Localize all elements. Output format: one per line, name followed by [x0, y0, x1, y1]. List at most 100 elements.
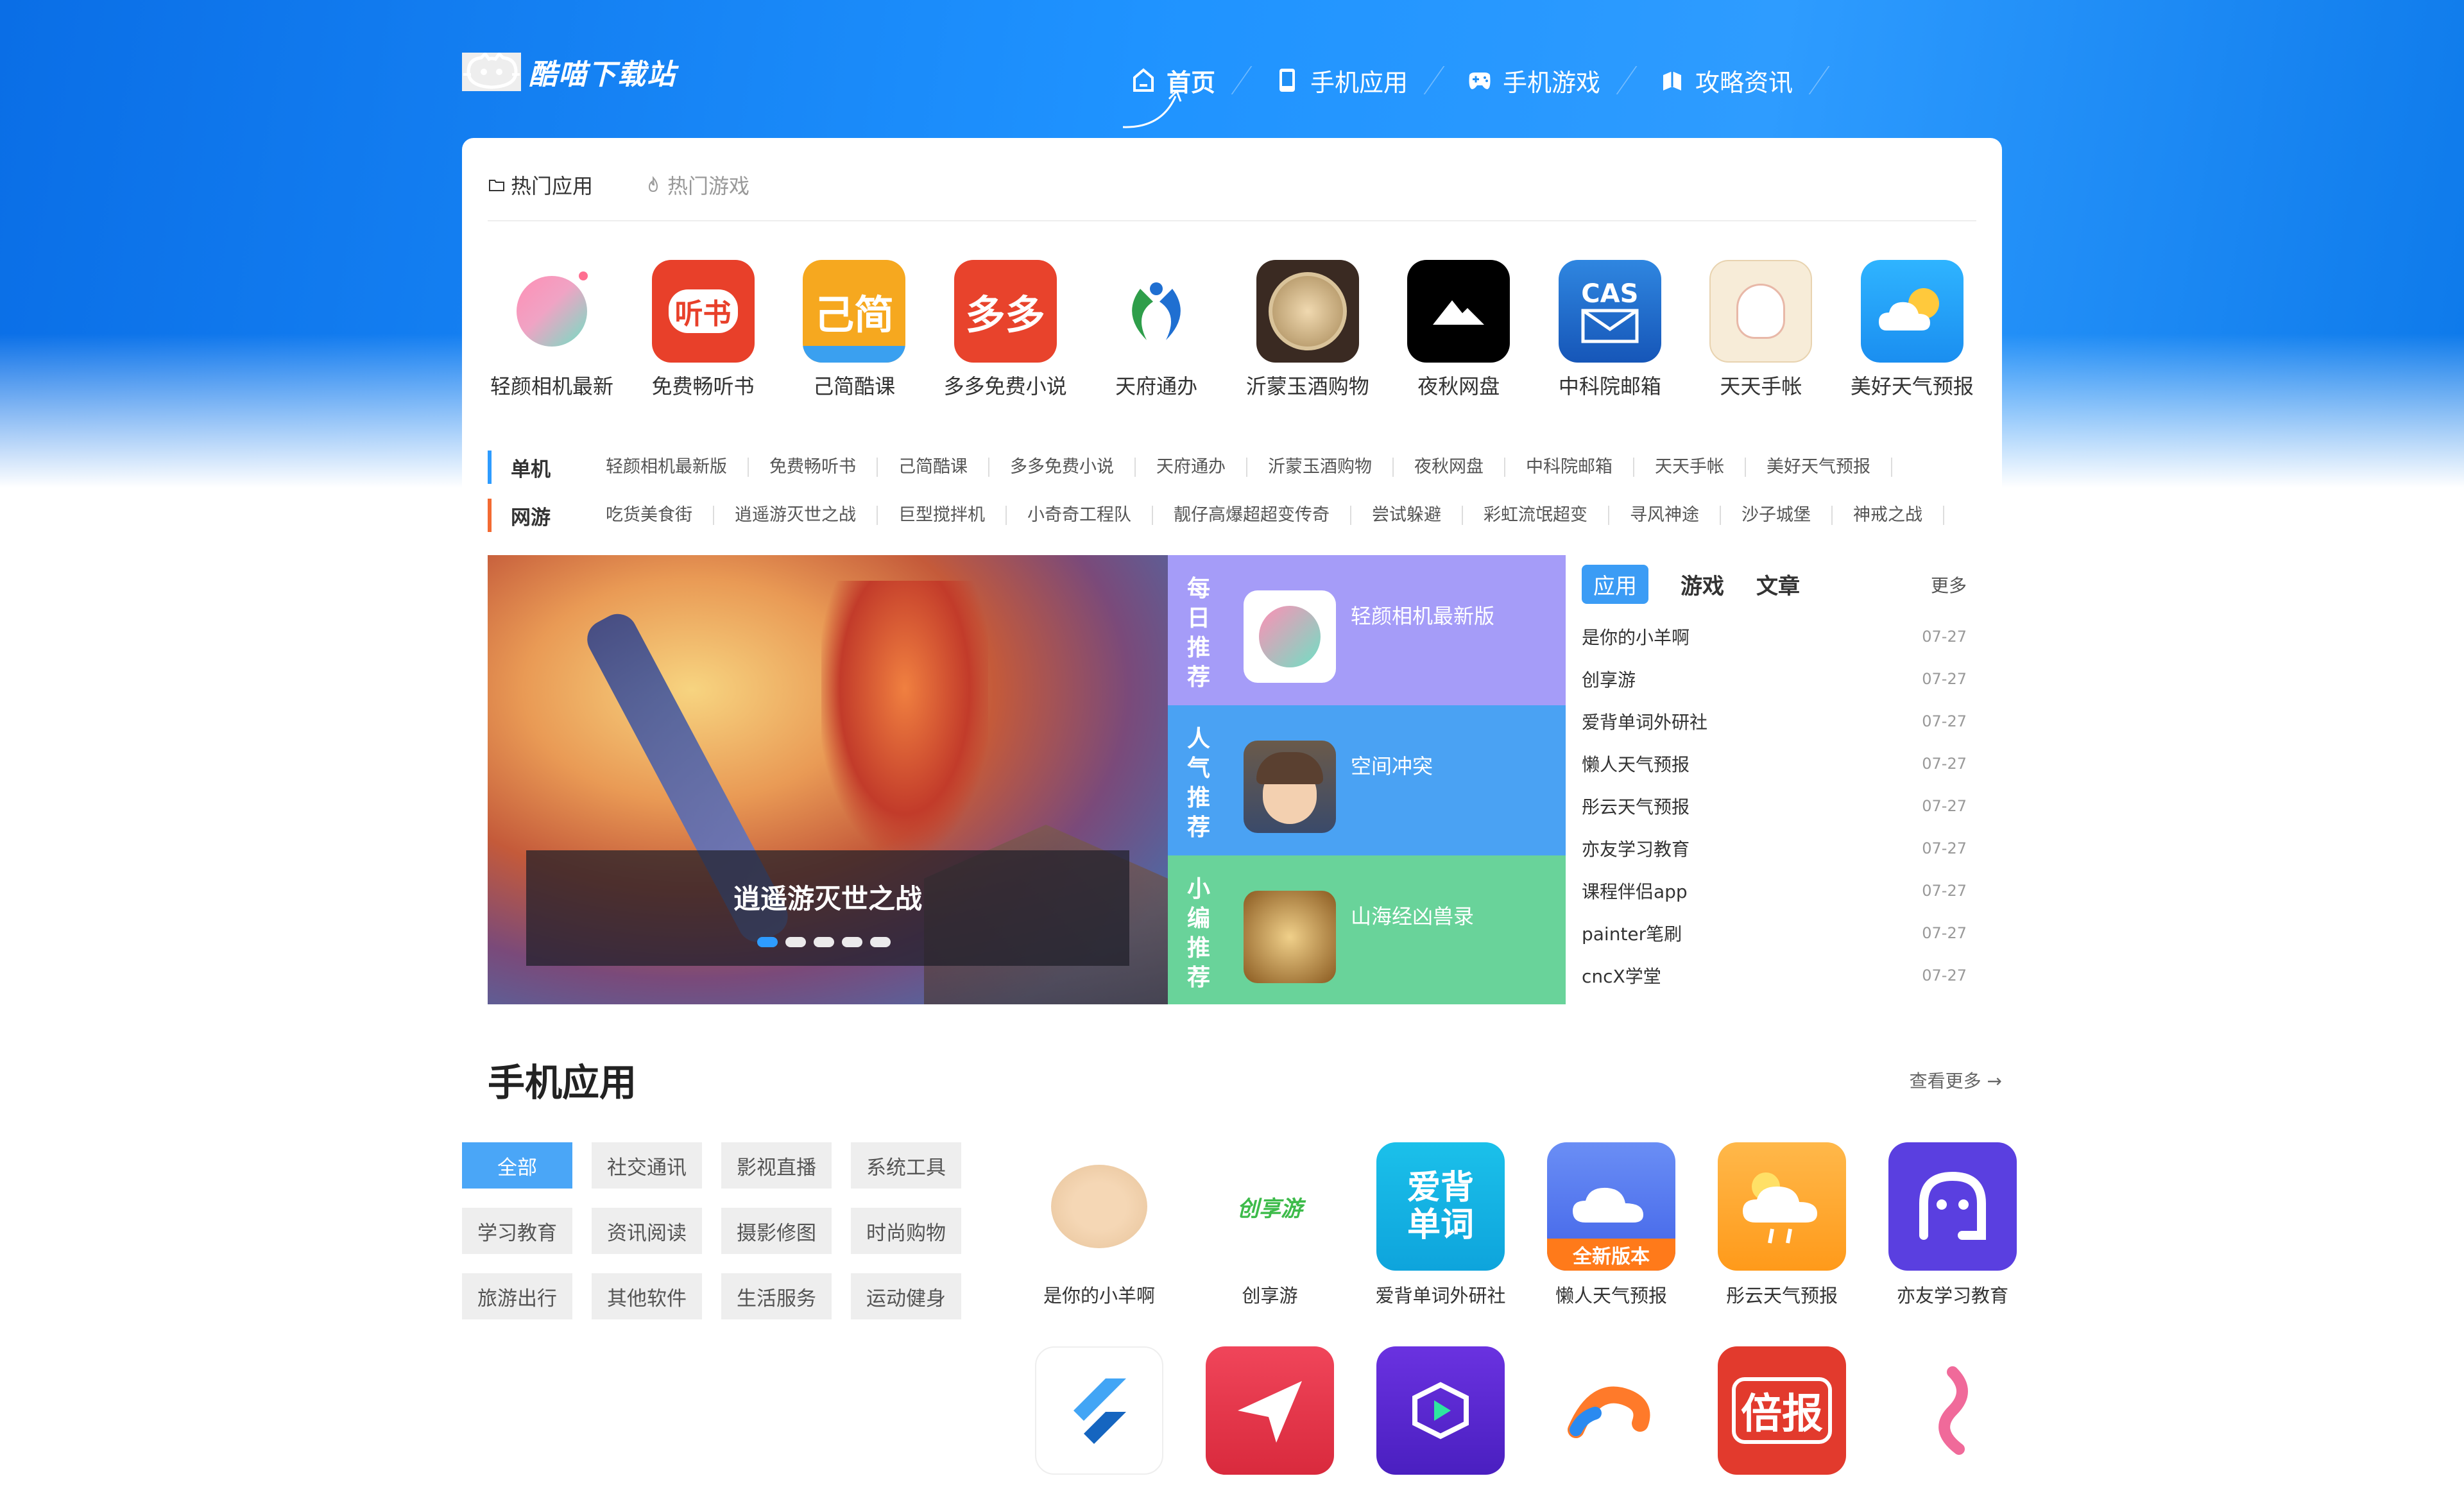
app-card[interactable]: [1355, 1346, 1526, 1485]
keyword-link[interactable]: 免费畅听书: [749, 458, 878, 477]
keyword-link[interactable]: 美好天气预报: [1746, 458, 1892, 477]
carousel-dot[interactable]: [842, 937, 862, 947]
keyword-link[interactable]: 沂蒙玉酒购物: [1247, 458, 1394, 477]
category-all[interactable]: 全部: [462, 1142, 572, 1189]
list-item[interactable]: painter笔刷 07-27: [1582, 912, 1967, 954]
banner-title[interactable]: 逍遥游灭世之战: [526, 877, 1129, 916]
category-photo[interactable]: 摄影修图: [721, 1208, 832, 1254]
keyword-link[interactable]: 天府通办: [1136, 458, 1247, 477]
chevron-logo-icon: [1074, 1378, 1126, 1444]
list-item[interactable]: 课程伴侣app 07-27: [1582, 870, 1967, 912]
keyword-link[interactable]: 夜秋网盘: [1394, 458, 1505, 477]
list-item-title: 是你的小羊啊: [1582, 627, 1690, 648]
gamepad-icon: [1469, 73, 1491, 89]
hot-app-item[interactable]: 己简 己简酷课: [790, 260, 918, 400]
nav-mobile-apps[interactable]: 手机应用: [1273, 63, 1408, 98]
hot-app-item[interactable]: CAS 中科院邮箱: [1546, 260, 1674, 400]
category-video[interactable]: 影视直播: [721, 1142, 832, 1189]
carousel-dot[interactable]: [870, 937, 891, 947]
app-card[interactable]: [1867, 1346, 2038, 1485]
rec-app-name: 轻颜相机最新版: [1351, 604, 1495, 628]
nav-guides[interactable]: 攻略资讯: [1658, 63, 1793, 98]
rec-label-char: 荐: [1186, 664, 1210, 691]
list-item[interactable]: 彤云天气预报 07-27: [1582, 785, 1967, 827]
tab-hot-games[interactable]: 热门游戏: [644, 170, 749, 200]
app-card[interactable]: 全新版本 懒人天气预报: [1526, 1142, 1697, 1308]
keyword-link[interactable]: 中科院邮箱: [1505, 458, 1634, 477]
keyword-link[interactable]: 小奇奇工程队: [1007, 506, 1153, 525]
category-travel[interactable]: 旅游出行: [462, 1273, 572, 1319]
keyword-link[interactable]: 多多免费小说: [989, 458, 1136, 477]
list-item[interactable]: 创享游 07-27: [1582, 658, 1967, 700]
app-card[interactable]: 倍报: [1697, 1346, 1867, 1485]
hot-app-item[interactable]: 轻颜相机最新: [488, 260, 616, 400]
list-item[interactable]: 亦友学习教育 07-27: [1582, 827, 1967, 870]
keyword-link[interactable]: 靓仔高爆超超变传奇: [1153, 506, 1351, 525]
keyword-link[interactable]: 神戒之战: [1833, 506, 1944, 525]
keyword-link[interactable]: 逍遥游灭世之战: [714, 506, 878, 525]
hot-app-item[interactable]: 夜秋网盘: [1394, 260, 1523, 400]
list-item[interactable]: 爱背单词外研社 07-27: [1582, 700, 1967, 742]
list-item[interactable]: 是你的小羊啊 07-27: [1582, 615, 1967, 658]
list-item-title: 课程伴侣app: [1582, 881, 1688, 902]
keyword-link[interactable]: 彩虹流氓超变: [1463, 506, 1609, 525]
nav-mobile-games[interactable]: 手机游戏: [1466, 63, 1600, 98]
list-item-date: 07-27: [1922, 755, 1967, 773]
app-card[interactable]: [1526, 1346, 1697, 1485]
category-social[interactable]: 社交通讯: [592, 1142, 702, 1189]
tab-latest-apps[interactable]: 应用: [1582, 564, 1648, 604]
tab-divider: [488, 220, 1976, 221]
app-card[interactable]: 创享游 创享游: [1185, 1142, 1355, 1308]
view-more-link[interactable]: 查看更多 →: [1910, 1067, 2002, 1093]
category-other[interactable]: 其他软件: [592, 1273, 702, 1319]
hot-app-item[interactable]: 天府通办: [1092, 260, 1220, 400]
app-card[interactable]: 是你的小羊啊: [1014, 1142, 1185, 1308]
rec-vertical-label: 人 气 推 荐: [1186, 725, 1211, 843]
daily-recommendation[interactable]: 每 日 推 荐 轻颜相机最新版: [1168, 555, 1566, 705]
app-card[interactable]: 彤云天气预报: [1697, 1142, 1867, 1308]
keyword-link[interactable]: 尝试躲避: [1351, 506, 1463, 525]
keyword-link[interactable]: 巨型搅拌机: [878, 506, 1007, 525]
category-education[interactable]: 学习教育: [462, 1208, 572, 1254]
editor-recommendation[interactable]: 小 编 推 荐 山海经凶兽录: [1168, 855, 1566, 1004]
hot-app-item[interactable]: 美好天气预报: [1848, 260, 1976, 400]
keyword-link[interactable]: 寻风神途: [1609, 506, 1721, 525]
app-card[interactable]: 爱背单词 爱背单词外研社: [1355, 1142, 1526, 1308]
app-card[interactable]: [1185, 1346, 1355, 1485]
novel-app-icon: 多多: [954, 260, 1057, 363]
hot-app-item[interactable]: 多多 多多免费小说: [941, 260, 1070, 400]
keyword-link[interactable]: 吃货美食街: [585, 506, 714, 525]
latest-more-link[interactable]: 更多: [1931, 572, 1967, 597]
hot-app-item[interactable]: 天天手帐: [1697, 260, 1825, 400]
carousel-dot[interactable]: [814, 937, 834, 947]
list-item[interactable]: 懒人天气预报 07-27: [1582, 742, 1967, 785]
app-card[interactable]: [1014, 1346, 1185, 1485]
cat-logo-icon: [462, 53, 521, 91]
keyword-link[interactable]: 轻颜相机最新版: [585, 458, 749, 477]
tab-latest-articles[interactable]: 文章: [1756, 569, 1800, 600]
banner-carousel[interactable]: 逍遥游灭世之战: [488, 555, 1168, 1004]
keyword-link[interactable]: 天天手帐: [1634, 458, 1746, 477]
keyword-link[interactable]: 沙子城堡: [1721, 506, 1833, 525]
brush-app-icon: [1547, 1346, 1675, 1475]
carousel-dot[interactable]: [757, 937, 778, 947]
carousel-dot[interactable]: [785, 937, 806, 947]
rec-label-char: 日: [1186, 605, 1210, 631]
keyword-link[interactable]: 己简酷课: [878, 458, 989, 477]
nav-divider: [1808, 66, 1830, 94]
app-card[interactable]: 亦友学习教育: [1867, 1142, 2038, 1308]
travel-app-icon: 创享游: [1206, 1142, 1334, 1271]
category-system-tools[interactable]: 系统工具: [851, 1142, 961, 1189]
hot-app-item[interactable]: 听书 免费畅听书: [639, 260, 767, 400]
tab-latest-games[interactable]: 游戏: [1681, 569, 1724, 600]
fitness-app-icon: [1888, 1346, 2017, 1475]
category-fitness[interactable]: 运动健身: [851, 1273, 961, 1319]
popular-recommendation[interactable]: 人 气 推 荐 空间冲突: [1168, 705, 1566, 855]
category-shopping[interactable]: 时尚购物: [851, 1208, 961, 1254]
tab-hot-apps[interactable]: 热门应用: [488, 170, 593, 200]
list-item[interactable]: cncX学堂 07-27: [1582, 954, 1967, 997]
site-logo[interactable]: 酷喵下载站: [462, 51, 676, 92]
hot-app-item[interactable]: 沂蒙玉酒购物: [1244, 260, 1372, 400]
category-reading[interactable]: 资讯阅读: [592, 1208, 702, 1254]
category-life-services[interactable]: 生活服务: [721, 1273, 832, 1319]
